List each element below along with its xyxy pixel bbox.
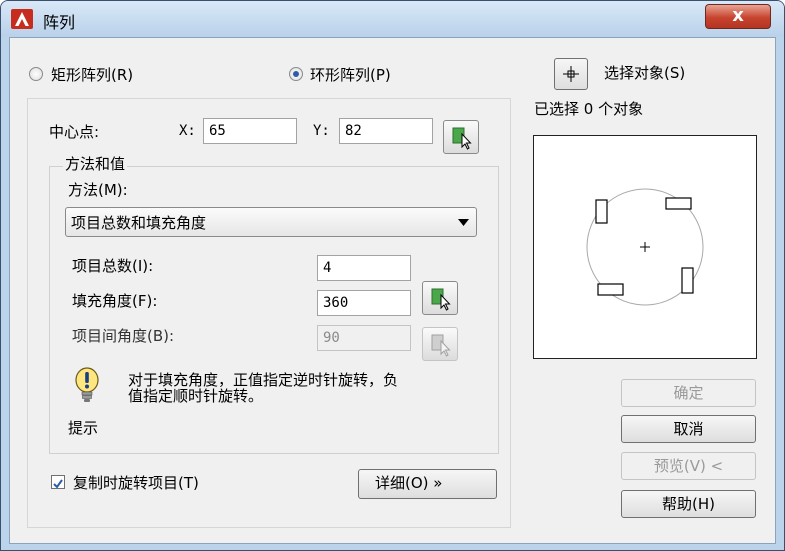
center-y-input[interactable] (339, 118, 433, 144)
details-button-label: 详细(O) » (375, 474, 443, 492)
cancel-button-label: 取消 (673, 420, 704, 438)
method-select-value: 项目总数和填充角度 (71, 214, 207, 232)
selection-status: 已选择 0 个对象 (534, 100, 644, 118)
dropdown-arrow-icon (458, 219, 469, 226)
preview-button[interactable]: 预览(V) < (621, 452, 756, 480)
select-objects-label[interactable]: 选择对象(S) (604, 62, 685, 83)
help-button-label: 帮助(H) (662, 495, 715, 513)
preview-drawing (586, 188, 704, 306)
method-group: 方法和值 方法(M): 项目总数和填充角度 项目总数(I): 填充角度(F): (49, 153, 499, 454)
dialog-body: 矩形阵列(R) 环形阵列(P) 中心点: X: Y: 方法和值 方法(M): 项… (9, 37, 776, 544)
help-button[interactable]: 帮助(H) (621, 490, 756, 518)
preview-button-label: 预览(V) < (653, 457, 724, 475)
fill-angle-label: 填充角度(F): (72, 292, 158, 310)
rect-array-label[interactable]: 矩形阵列(R) (51, 64, 133, 85)
checkmark-icon (53, 479, 63, 489)
cancel-button[interactable]: 取消 (621, 415, 756, 443)
lightbulb-icon (75, 367, 99, 402)
center-point-label: 中心点: (49, 123, 100, 141)
tip-text-line1: 对于填充角度，正值指定逆时针旋转，负 (128, 371, 399, 389)
rect-array-radio[interactable] (29, 67, 43, 81)
center-x-label: X: (179, 123, 196, 139)
polar-array-radio[interactable] (289, 67, 303, 81)
close-icon: x (732, 5, 744, 26)
pick-center-button[interactable] (443, 120, 479, 154)
items-total-label: 项目总数(I): (72, 257, 154, 275)
ok-button[interactable]: 确定 (621, 379, 756, 407)
dialog-window: 阵列 x 矩形阵列(R) 环形阵列(P) 中心点: X: Y: 方 (0, 0, 785, 551)
autocad-logo-icon (11, 9, 33, 29)
pick-fill-angle-button[interactable] (422, 281, 458, 315)
crosshair-icon (563, 66, 579, 82)
array-preview (533, 135, 757, 359)
rotate-items-label[interactable]: 复制时旋转项目(T) (73, 472, 199, 493)
tip-caption: 提示 (68, 419, 99, 437)
angle-between-input[interactable] (317, 325, 411, 351)
pick-angle-between-button[interactable] (422, 327, 458, 361)
select-objects-button[interactable] (554, 58, 588, 90)
method-select[interactable]: 项目总数和填充角度 (65, 207, 477, 237)
tip-text-line2: 值指定顺时针旋转。 (128, 387, 264, 405)
method-label: 方法(M): (68, 181, 128, 199)
angle-between-label: 项目间角度(B): (72, 327, 175, 345)
method-group-title: 方法和值 (63, 153, 128, 174)
center-y-label: Y: (313, 123, 330, 139)
pick-angle-disabled-icon (431, 334, 451, 357)
center-x-input[interactable] (203, 118, 297, 144)
pick-point-icon (452, 127, 472, 150)
fill-angle-input[interactable] (317, 290, 411, 316)
window-title: 阵列 (43, 13, 76, 32)
title-bar[interactable]: 阵列 x (1, 1, 784, 37)
ok-button-label: 确定 (673, 384, 704, 402)
close-button[interactable]: x (705, 4, 771, 29)
pick-angle-icon (431, 288, 451, 311)
polar-array-label[interactable]: 环形阵列(P) (310, 64, 391, 85)
details-button[interactable]: 详细(O) » (358, 469, 497, 499)
items-total-input[interactable] (317, 255, 411, 281)
polar-settings-panel: 中心点: X: Y: 方法和值 方法(M): 项目总数和填充角度 (27, 98, 511, 528)
rotate-items-checkbox[interactable] (51, 475, 65, 489)
